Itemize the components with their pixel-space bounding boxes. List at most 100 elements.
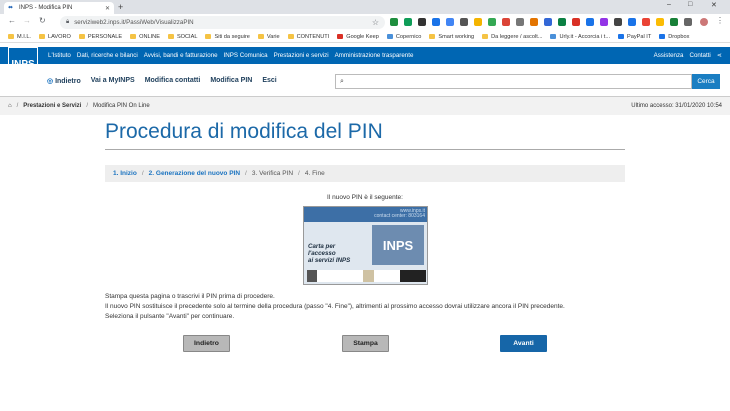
url-text[interactable]: serviziweb2.inps.it/PassiWeb/VisualizzaP… [74, 19, 193, 26]
last-access: Ultimo accesso: 31/01/2020 10:54 [631, 103, 722, 109]
next-button[interactable]: Avanti [500, 335, 547, 352]
tab-title: INPS - Modifica PIN [19, 5, 73, 11]
bookmark-item[interactable]: Urly.it - Accorcia i t... [550, 34, 610, 40]
folder-icon [257, 34, 264, 39]
card-caption: Carta per l'accesso ai servizi INPS [308, 243, 351, 264]
back-button[interactable]: Indietro [183, 335, 230, 352]
bookmark-item[interactable]: Copernico [386, 34, 421, 40]
extension-icon[interactable] [474, 18, 482, 26]
pin-code-strip [307, 270, 426, 282]
extension-icon[interactable] [670, 18, 678, 26]
extension-icon[interactable] [600, 18, 608, 26]
assistenza-link[interactable]: Assistenza [654, 52, 684, 59]
bookmark-item[interactable]: Smart working [429, 34, 474, 40]
bookmark-star-icon[interactable]: ☆ [372, 18, 379, 27]
breadcrumb-separator: / [16, 103, 19, 109]
bookmark-item[interactable]: PayPal IT [618, 34, 651, 40]
myinps-menu-item[interactable]: Vai a MyINPS [91, 77, 135, 84]
modifica-contatti-menu-item[interactable]: Modifica contatti [145, 77, 201, 84]
bookmark-item[interactable]: CONTENUTI [287, 34, 329, 40]
site-icon [386, 34, 393, 39]
search-icon: ⌕ [340, 77, 344, 85]
step-item: 4. Fine [304, 170, 325, 177]
folder-icon [78, 34, 85, 39]
instruction-line: Stampa questa pagina o trascrivi il PIN … [105, 293, 275, 300]
back-icon[interactable]: ← [8, 16, 16, 25]
bookmark-item[interactable]: Dropbox [659, 34, 689, 40]
bookmark-item[interactable]: ONLINE [130, 34, 160, 40]
title-divider [105, 149, 625, 150]
extension-icon[interactable] [502, 18, 510, 26]
bookmark-item[interactable]: Siti da seguire [205, 34, 250, 40]
folder-icon [130, 34, 137, 39]
new-tab-button[interactable]: + [118, 2, 123, 12]
extension-icon[interactable] [572, 18, 580, 26]
pin-label: Il nuovo PIN è il seguente: [327, 194, 403, 201]
back-menu-item[interactable]: ◎ Indietro [47, 77, 81, 85]
extension-icon[interactable] [628, 18, 636, 26]
address-bar[interactable]: 🔒︎ serviziweb2.inps.it/PassiWeb/Visualiz… [60, 16, 385, 29]
bookmark-item[interactable]: SOCIAL [167, 34, 197, 40]
profile-avatar[interactable] [700, 18, 708, 26]
extension-icon[interactable] [432, 18, 440, 26]
search-button[interactable]: Cerca [692, 74, 720, 89]
maximize-icon[interactable]: □ [688, 1, 692, 8]
page-title: Procedura di modifica del PIN [105, 120, 383, 143]
topnav-item[interactable]: Dati, ricerche e bilanci [77, 52, 138, 59]
share-icon[interactable]: ⋖ [717, 52, 722, 59]
extension-icon[interactable] [446, 18, 454, 26]
folder-icon [482, 34, 489, 39]
home-icon[interactable]: ⌂ [8, 103, 12, 109]
folder-icon [205, 34, 212, 39]
bookmark-item[interactable]: Google Keep [337, 34, 379, 40]
extension-icon[interactable] [390, 18, 398, 26]
bookmark-item[interactable]: PERSONALE [78, 34, 122, 40]
search-input[interactable]: ⌕ [335, 74, 692, 89]
extension-icon[interactable] [530, 18, 538, 26]
extension-icon[interactable] [488, 18, 496, 26]
contatti-link[interactable]: Contatti [689, 52, 710, 59]
extension-icon[interactable] [684, 18, 692, 26]
close-tab-icon[interactable]: ✕ [105, 5, 110, 12]
breadcrumb-item: Modifica PIN On Line [93, 103, 150, 109]
lock-icon[interactable]: 🔒︎ [66, 19, 69, 26]
breadcrumb-item[interactable]: Prestazioni e Servizi [23, 103, 81, 109]
folder-icon [167, 34, 174, 39]
topnav-item[interactable]: INPS Comunica [224, 52, 268, 59]
bookmark-item[interactable]: M.I.L. [8, 34, 31, 40]
reload-icon[interactable]: ↻ [39, 16, 46, 25]
bookmark-item[interactable]: Da leggere / ascolt... [482, 34, 542, 40]
extension-icon[interactable] [404, 18, 412, 26]
topnav-item[interactable]: Prestazioni e servizi [274, 52, 329, 59]
folder-icon [39, 34, 45, 39]
card-header: www.inps.it contact center: 803164 [304, 207, 427, 222]
topnav-item[interactable]: Amministrazione trasparente [335, 52, 414, 59]
print-button[interactable]: Stampa [342, 335, 389, 352]
step-separator: / [141, 170, 144, 177]
folder-icon [429, 34, 436, 39]
modifica-pin-menu-item[interactable]: Modifica PIN [210, 77, 252, 84]
browser-tab[interactable]: ⬌ INPS - Modifica PIN ✕ [4, 2, 114, 14]
extension-icon[interactable] [656, 18, 664, 26]
step-separator: / [245, 170, 247, 177]
bookmark-item[interactable]: LAVORO [39, 34, 71, 40]
topnav-item[interactable]: Avvisi, bandi e fatturazione [144, 52, 218, 59]
extension-icon[interactable] [642, 18, 650, 26]
esci-menu-item[interactable]: Esci [262, 77, 276, 84]
paypal-icon [618, 34, 624, 39]
window-close-icon[interactable]: ✕ [711, 1, 717, 9]
extension-icon[interactable] [460, 18, 468, 26]
folder-icon [287, 34, 294, 39]
extension-icon[interactable] [614, 18, 622, 26]
forward-icon[interactable]: → [23, 16, 31, 25]
bookmark-item[interactable]: Varie [257, 34, 280, 40]
step-separator: / [298, 170, 300, 177]
topnav-item[interactable]: L'Istituto [48, 52, 71, 59]
extension-icon[interactable] [418, 18, 426, 26]
browser-menu-icon[interactable]: ⋮ [716, 16, 724, 25]
extension-icon[interactable] [558, 18, 566, 26]
extension-icon[interactable] [586, 18, 594, 26]
minimize-icon[interactable]: – [667, 1, 671, 8]
extension-icon[interactable] [544, 18, 552, 26]
extension-icon[interactable] [516, 18, 524, 26]
